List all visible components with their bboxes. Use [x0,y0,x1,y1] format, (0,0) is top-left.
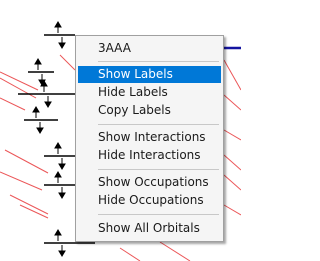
menu-item-show-labels[interactable]: Show Labels [78,66,221,83]
orbital-level-6[interactable] [44,171,75,199]
orbital-level-2[interactable] [28,58,54,86]
menu-separator [98,169,219,170]
menu-item-hide-interactions[interactable]: Hide Interactions [78,147,221,164]
menu-item-hide-occupations[interactable]: Hide Occupations [78,192,221,209]
menu-item-show-occupations[interactable]: Show Occupations [78,174,221,191]
orbital-level-5[interactable] [44,142,75,170]
menu-item-show-all-orbitals[interactable]: Show All Orbitals [78,220,221,237]
orbital-level-4[interactable] [24,106,58,134]
orbital-level-1[interactable] [44,21,75,49]
context-menu: 3AAA Show Labels Hide Labels Copy Labels… [75,35,224,242]
menu-separator [98,214,219,215]
menu-separator [98,61,219,62]
menu-item-hide-labels[interactable]: Hide Labels [78,84,221,101]
menu-item-show-interactions[interactable]: Show Interactions [78,129,221,146]
menu-item-copy-labels[interactable]: Copy Labels [78,102,221,119]
menu-header-label[interactable]: 3AAA [78,40,221,57]
menu-separator [98,124,219,125]
